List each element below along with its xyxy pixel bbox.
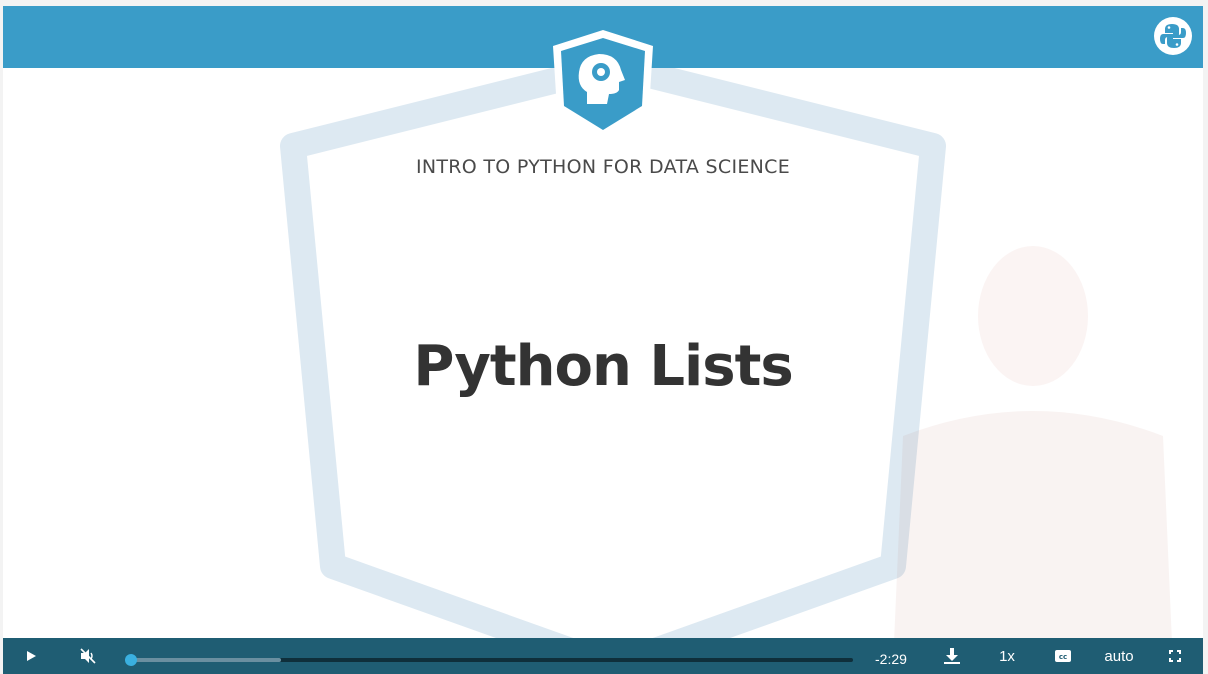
video-control-bar: -2:29 1x cc auto xyxy=(3,638,1203,674)
course-title: INTRO TO PYTHON FOR DATA SCIENCE xyxy=(415,156,791,178)
cc-icon: cc xyxy=(1055,650,1071,662)
play-icon xyxy=(27,651,36,661)
svg-text:cc: cc xyxy=(1059,653,1067,661)
playback-speed-button[interactable]: 1x xyxy=(991,638,1023,674)
fullscreen-icon xyxy=(1169,650,1181,662)
progress-buffered xyxy=(129,658,281,662)
mute-button[interactable] xyxy=(71,638,105,674)
video-player[interactable]: INTRO TO PYTHON FOR DATA SCIENCE Python … xyxy=(3,6,1203,674)
python-logo-icon xyxy=(1154,17,1192,55)
slide-title: Python Lists xyxy=(413,334,793,399)
play-button[interactable] xyxy=(15,638,47,674)
time-remaining: -2:29 xyxy=(875,651,907,667)
progress-bar[interactable] xyxy=(125,654,853,666)
download-icon xyxy=(944,648,960,664)
download-button[interactable] xyxy=(937,638,967,674)
quality-button[interactable]: auto xyxy=(1097,638,1141,674)
captions-button[interactable]: cc xyxy=(1049,638,1077,674)
course-badge-icon xyxy=(553,30,653,138)
progress-handle[interactable] xyxy=(125,654,137,666)
muted-speaker-icon xyxy=(80,648,96,664)
presenter-silhouette xyxy=(893,246,1173,666)
fullscreen-button[interactable] xyxy=(1163,638,1187,674)
